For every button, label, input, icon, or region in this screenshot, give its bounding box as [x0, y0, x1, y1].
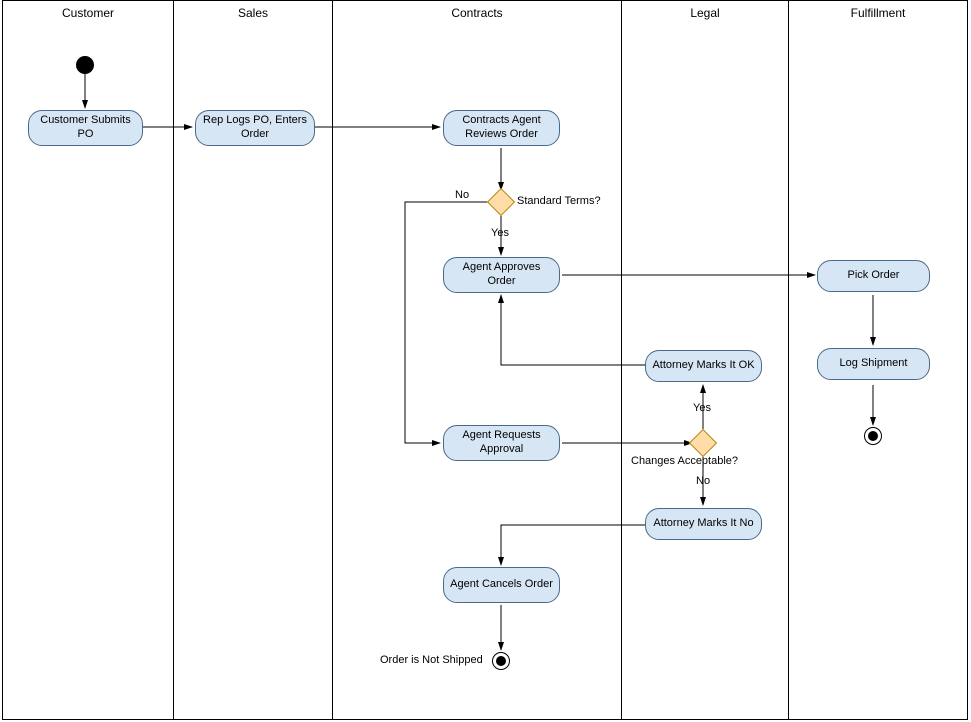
node-agent-requests-approval: Agent Requests Approval [443, 425, 560, 461]
lane-header-legal: Legal [621, 0, 789, 26]
label-no-2: No [696, 475, 710, 487]
label-standard-terms: Standard Terms? [517, 195, 601, 207]
lane-label: Legal [690, 6, 719, 20]
label-not-shipped: Order is Not Shipped [380, 654, 483, 666]
label-changes-acceptable: Changes Acceptable? [631, 455, 738, 467]
node-attorney-marks-no: Attorney Marks It No [645, 508, 762, 540]
node-label: Attorney Marks It No [653, 517, 753, 531]
swimlane-diagram: Customer Sales Contracts Legal Fulfillme… [0, 0, 971, 722]
lane-label: Sales [238, 6, 268, 20]
node-contracts-reviews: Contracts Agent Reviews Order [443, 110, 560, 146]
node-agent-approves: Agent Approves Order [443, 257, 560, 293]
node-label: Customer Submits PO [33, 114, 138, 142]
node-pick-order: Pick Order [817, 260, 930, 292]
node-label: Attorney Marks It OK [652, 359, 754, 373]
node-label: Agent Approves Order [448, 261, 555, 289]
lane-label: Contracts [451, 6, 502, 20]
node-label: Pick Order [848, 269, 900, 283]
label-no-1: No [455, 189, 469, 201]
lane-header-customer: Customer [2, 0, 174, 26]
node-agent-cancels: Agent Cancels Order [443, 567, 560, 603]
node-rep-logs-po: Rep Logs PO, Enters Order [195, 110, 315, 146]
lane-header-contracts: Contracts [332, 0, 622, 26]
node-label: Contracts Agent Reviews Order [448, 114, 555, 142]
node-log-shipment: Log Shipment [817, 348, 930, 380]
label-yes-1: Yes [491, 227, 509, 239]
start-node [76, 56, 94, 74]
node-attorney-marks-ok: Attorney Marks It OK [645, 350, 762, 382]
lane-label: Fulfillment [851, 6, 906, 20]
node-label: Agent Cancels Order [450, 578, 553, 592]
lane-header-sales: Sales [173, 0, 333, 26]
label-yes-2: Yes [693, 402, 711, 414]
lane-label: Customer [62, 6, 114, 20]
node-customer-submits-po: Customer Submits PO [28, 110, 143, 146]
lane-header-fulfillment: Fulfillment [788, 0, 968, 26]
end-node-fulfillment [864, 427, 882, 445]
node-label: Log Shipment [840, 357, 908, 371]
node-label: Agent Requests Approval [448, 429, 555, 457]
end-node-not-shipped [492, 652, 510, 670]
node-label: Rep Logs PO, Enters Order [200, 114, 310, 142]
